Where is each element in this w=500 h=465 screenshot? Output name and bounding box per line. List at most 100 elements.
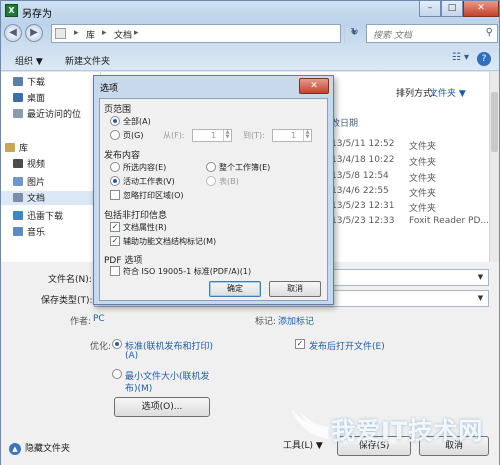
optimize-standard-label[interactable]: 标准(联机发布和打印)	[125, 339, 213, 352]
desktop-icon	[13, 93, 23, 102]
new-folder-button[interactable]: 新建文件夹	[65, 54, 110, 67]
active-sheet-radio[interactable]	[110, 176, 120, 186]
iso-compliant-label[interactable]: 符合 ISO 19005-1 标准(PDF/A)(1)	[123, 266, 251, 277]
table-radio[interactable]	[206, 176, 216, 186]
nav-item-downloads[interactable]: 下载	[13, 75, 45, 89]
active-sheet-label[interactable]: 活动工作表(V)	[123, 176, 175, 187]
search-placeholder: 搜索 文档	[373, 31, 412, 41]
vertical-scrollbar[interactable]	[489, 72, 499, 262]
nav-item-pictures[interactable]: 图片	[13, 175, 45, 189]
open-after-publish-label[interactable]: 发布后打开文件(E)	[309, 339, 385, 352]
nav-item-desktop[interactable]: 桌面	[13, 91, 45, 105]
help-icon[interactable]: ?	[477, 52, 491, 66]
video-library-icon	[13, 159, 23, 168]
table-label[interactable]: 表(B)	[219, 176, 239, 187]
refresh-icon[interactable]: ↻	[344, 24, 364, 43]
view-options-icon[interactable]: ☷ ▾	[452, 52, 469, 63]
cancel-button[interactable]: 取消	[419, 436, 489, 456]
nav-item-label: 库	[19, 144, 29, 154]
options-dialog: 选项 ✕ 页范围 全部(A) 页(G) 从(F): 1 ▲ ▼ 到(T): 1 ▲ ▼ …	[93, 75, 334, 305]
page-range-heading: 页范围	[104, 105, 132, 115]
row-date: 13/5/8 12:54	[331, 171, 389, 181]
toolbar: 组织 ▼ 新建文件夹 ☷ ▾ ?	[1, 49, 499, 71]
search-icon: ⚲	[485, 27, 493, 38]
spinner-arrows-icon[interactable]: ▲ ▼	[223, 130, 231, 141]
chevron-up-icon: ▲	[9, 443, 21, 455]
page-range-label[interactable]: 页(G)	[123, 130, 143, 141]
row-type: Foxit Reader PD...	[409, 216, 489, 226]
author-label: 作者:	[70, 317, 92, 327]
tags-value[interactable]: 添加标记	[278, 314, 314, 327]
from-spinner[interactable]: 1 ▲ ▼	[192, 129, 232, 142]
row-type: 文件夹	[409, 142, 437, 152]
tools-button[interactable]: 工具(L) ▼	[283, 437, 323, 455]
structure-tags-label[interactable]: 辅助功能文档结构标记(M)	[123, 236, 216, 247]
chevron-down-icon[interactable]: ▼	[474, 271, 487, 284]
whole-workbook-label[interactable]: 整个工作簿(E)	[219, 162, 270, 173]
address-row: ◀ ▶ ▸ 库 ▸ 文档 ▸ ▾ ↻ 搜索 文档 ⚲	[4, 23, 498, 45]
dialog-cancel-button[interactable]: 取消	[269, 281, 321, 297]
optimize-minimum-radio[interactable]	[112, 369, 122, 379]
navigation-pane: 下载 桌面 最近访问的位 库 视频 图片 文档 迅雷下载 音乐	[1, 72, 101, 262]
row-type: 文件夹	[409, 174, 437, 184]
chevron-icon: ▸	[134, 28, 139, 38]
nav-item-music[interactable]: 音乐	[13, 225, 45, 239]
document-properties-checkbox[interactable]: ✓	[110, 222, 120, 232]
nav-item-videos[interactable]: 视频	[13, 157, 45, 171]
excel-icon: X	[5, 4, 18, 17]
publish-content-heading: 发布内容	[104, 151, 141, 161]
dialog-ok-button[interactable]: 确定	[209, 281, 261, 297]
open-after-publish-checkbox[interactable]: ✓	[295, 339, 305, 349]
author-value[interactable]: PC	[93, 314, 105, 324]
document-properties-label[interactable]: 文档属性(R)	[123, 222, 167, 233]
scroll-thumb[interactable]	[491, 92, 498, 152]
selection-radio[interactable]	[110, 162, 120, 172]
forward-icon[interactable]: ▶	[25, 24, 43, 42]
sort-dropdown[interactable]: 文件夹 ▼	[429, 86, 466, 99]
breadcrumb-library[interactable]: 库	[86, 28, 95, 41]
optimize-minimum-label-2[interactable]: 布)(M)	[125, 381, 152, 394]
search-input[interactable]: 搜索 文档 ⚲	[366, 24, 498, 43]
nav-item-label: 迅雷下载	[27, 212, 64, 222]
selection-label[interactable]: 所选内容(E)	[123, 162, 166, 173]
optimize-standard-label-2[interactable]: (A)	[125, 351, 138, 361]
dialog-close-icon[interactable]: ✕	[299, 78, 329, 94]
tags-label: 标记:	[255, 317, 277, 327]
address-bar[interactable]: ▸ 库 ▸ 文档 ▸ ▾	[51, 24, 357, 43]
all-pages-radio[interactable]	[110, 116, 120, 126]
page-range-radio[interactable]	[110, 130, 120, 140]
non-print-info-heading: 包括非打印信息	[104, 211, 168, 221]
ignore-print-area-checkbox[interactable]	[110, 190, 120, 200]
optimize-label: 优化:	[90, 342, 112, 352]
back-icon[interactable]: ◀	[4, 24, 22, 42]
from-value: 1	[211, 131, 217, 140]
from-label: 从(F):	[163, 131, 185, 140]
to-spinner[interactable]: 1 ▲ ▼	[272, 129, 312, 142]
whole-workbook-radio[interactable]	[206, 162, 216, 172]
minimize-icon[interactable]: –	[419, 1, 441, 17]
breadcrumb-documents[interactable]: 文档	[114, 28, 132, 41]
column-header-date[interactable]: 改日期	[331, 116, 358, 129]
iso-compliant-checkbox[interactable]	[110, 266, 120, 276]
ignore-print-area-label[interactable]: 忽略打印区域(O)	[123, 190, 184, 201]
options-button[interactable]: 选项(O)...	[114, 397, 210, 417]
hide-folders-button[interactable]: ▲ 隐藏文件夹	[9, 441, 70, 455]
chevron-icon: ▸	[74, 28, 79, 38]
spinner-arrows-icon[interactable]: ▲ ▼	[303, 130, 311, 141]
maximize-icon[interactable]: □	[441, 1, 463, 17]
close-icon[interactable]: ✕	[463, 1, 499, 17]
window-controls: – □ ✕	[419, 1, 499, 19]
nav-item-documents[interactable]: 文档	[1, 191, 101, 205]
structure-tags-checkbox[interactable]: ✓	[110, 236, 120, 246]
optimize-standard-radio[interactable]	[112, 339, 122, 349]
nav-item-libraries[interactable]: 库	[5, 141, 28, 155]
save-button[interactable]: 保存(S)	[337, 436, 411, 456]
chevron-down-icon[interactable]: ▼	[474, 292, 487, 305]
organize-button[interactable]: 组织 ▼	[15, 54, 43, 67]
nav-item-label: 桌面	[27, 94, 46, 104]
all-pages-label[interactable]: 全部(A)	[123, 116, 151, 127]
row-date: 13/4/18 10:22	[331, 155, 395, 165]
nav-item-recent[interactable]: 最近访问的位	[13, 107, 81, 121]
nav-item-xunlei[interactable]: 迅雷下载	[13, 209, 63, 223]
tools-label: 工具(L)	[283, 441, 314, 451]
